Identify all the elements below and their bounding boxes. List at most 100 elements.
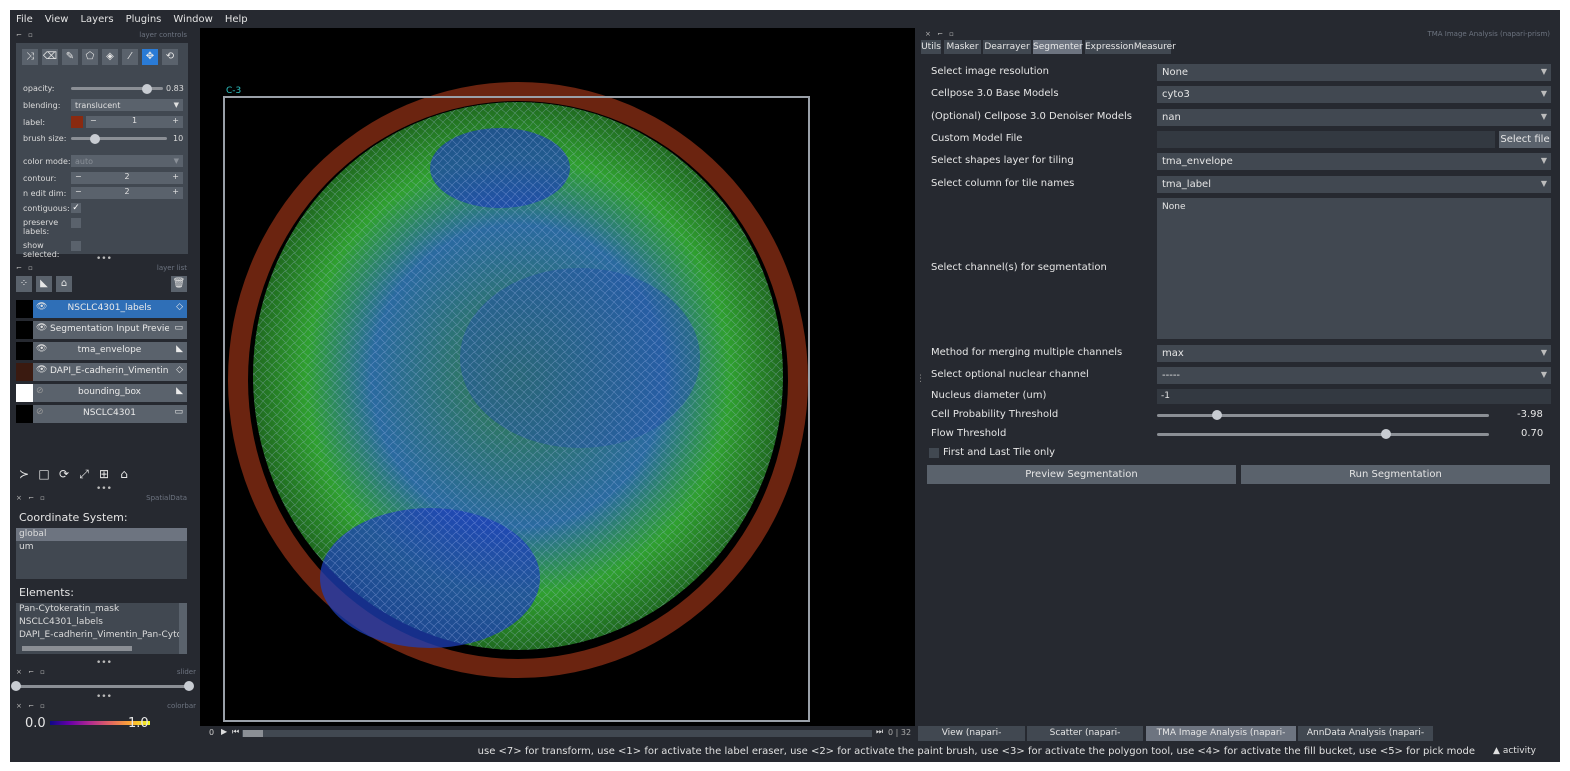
channel-item[interactable]: None — [1162, 202, 1185, 212]
splitter-handle[interactable]: ••• — [96, 254, 112, 264]
menu-view[interactable]: View — [39, 14, 75, 25]
tab-anndata-analysis[interactable]: AnnData Analysis (napari-prism) — [1298, 726, 1433, 753]
dock-controls-icon[interactable]: × ⌐ ▫ — [16, 494, 47, 502]
flow-threshold-slider-track[interactable] — [1157, 433, 1489, 436]
brush-icon[interactable]: ✎ — [62, 49, 78, 65]
contour-spinbox[interactable]: − 2 + — [71, 172, 183, 184]
coordinate-item-selected[interactable]: global — [16, 528, 187, 541]
cell-probability-slider-track[interactable] — [1157, 414, 1489, 417]
dock-slider-knob-left[interactable] — [11, 681, 21, 691]
eraser-icon[interactable]: ⌫ — [42, 49, 58, 65]
tile-column-select[interactable]: tma_label ▼ — [1157, 176, 1551, 193]
dock-controls-icon[interactable]: ⌐ ▫ — [16, 264, 35, 272]
eye-icon[interactable]: 👁 — [36, 302, 47, 312]
coordinate-system-list[interactable]: global um — [16, 528, 187, 579]
dims-slider-handle[interactable] — [243, 730, 263, 737]
activity-indicator[interactable]: ▲ activity — [1493, 746, 1536, 756]
splitter-handle[interactable]: ••• — [96, 692, 112, 702]
layer-item[interactable]: 👁 tma_envelope ◣ — [16, 342, 187, 360]
trash-icon[interactable]: 🗑 — [171, 276, 187, 292]
dock-controls-icon[interactable]: ⌐ ▫ — [16, 31, 35, 39]
splitter-handle[interactable]: ••• — [96, 484, 112, 494]
preview-segmentation-button[interactable]: Preview Segmentation — [927, 465, 1236, 484]
home-icon[interactable]: ⌂ — [116, 466, 132, 482]
tab-masker[interactable]: Masker — [944, 40, 981, 54]
grid-icon[interactable]: ⊞ — [96, 466, 112, 482]
plus-icon[interactable]: + — [172, 116, 179, 125]
eye-closed-icon[interactable]: ⊘ — [36, 407, 44, 417]
dock-controls-icon[interactable]: × ⌐ ▫ — [925, 30, 956, 38]
dock-controls-icon[interactable]: × ⌐ ▫ — [16, 702, 47, 710]
transform-icon[interactable]: ⟲ — [162, 49, 178, 65]
tab-utils[interactable]: Utils — [921, 40, 941, 54]
elements-list[interactable]: Pan-Cytokeratin_mask NSCLC4301_labels DA… — [16, 603, 187, 654]
picker-icon[interactable]: ⁄ — [122, 49, 138, 65]
elements-scrollbar[interactable] — [179, 603, 187, 654]
denoiser-select[interactable]: nan ▼ — [1157, 109, 1551, 126]
new-labels-icon[interactable]: ⌂ — [56, 276, 72, 292]
menu-file[interactable]: File — [10, 14, 39, 25]
element-item[interactable]: DAPI_E-cadherin_Vimentin_Pan-Cytoke — [16, 629, 187, 642]
menu-window[interactable]: Window — [167, 14, 218, 25]
shuffle-icon[interactable]: ⤨ — [22, 49, 38, 65]
eye-icon[interactable]: 👁 — [36, 323, 47, 333]
opacity-slider-knob[interactable] — [142, 84, 153, 94]
nucleus-diameter-input[interactable]: -1 — [1157, 389, 1551, 404]
tab-tma-image-analysis[interactable]: TMA Image Analysis (napari-prism) — [1146, 726, 1296, 753]
element-item[interactable]: Pan-Cytokeratin_mask — [16, 603, 187, 616]
select-file-button[interactable]: Select file — [1499, 131, 1551, 148]
merge-method-select[interactable]: max ▼ — [1157, 345, 1551, 362]
dims-slider-track[interactable] — [242, 730, 872, 737]
run-segmentation-button[interactable]: Run Segmentation — [1241, 465, 1550, 484]
color-mode-select[interactable]: auto ▼ — [71, 155, 183, 167]
custom-model-input[interactable] — [1157, 131, 1495, 148]
layer-item[interactable]: ⊘ NSCLC4301 ▭ — [16, 405, 187, 423]
elements-hscrollbar[interactable] — [22, 646, 132, 651]
dock-slider-track[interactable] — [16, 685, 192, 688]
eye-icon[interactable]: 👁 — [36, 365, 47, 375]
polygon-icon[interactable]: ⬠ — [82, 49, 98, 65]
plus-icon[interactable]: + — [172, 172, 179, 181]
roll-icon[interactable]: ⟳ — [56, 466, 72, 482]
brush-size-slider-track[interactable] — [71, 137, 167, 140]
viewer-canvas[interactable]: C-3 — [200, 28, 915, 726]
step-forward-icon[interactable]: ⏭ — [876, 727, 883, 737]
label-color-swatch[interactable] — [71, 116, 83, 128]
layer-item[interactable]: ⊘ bounding_box ◣ — [16, 384, 187, 402]
preserve-labels-checkbox[interactable] — [71, 218, 81, 228]
coordinate-item[interactable]: um — [16, 541, 187, 554]
channels-list[interactable]: None — [1157, 198, 1551, 339]
show-selected-checkbox[interactable] — [71, 241, 81, 251]
tab-segmenter[interactable]: Segmenter — [1033, 40, 1083, 54]
splitter-handle[interactable]: ••• — [96, 658, 112, 668]
tab-scatter-spatialdata[interactable]: Scatter (napari-spatialdata) — [1027, 726, 1143, 753]
shapes-layer-select[interactable]: tma_envelope ▼ — [1157, 153, 1551, 170]
menu-layers[interactable]: Layers — [74, 14, 119, 25]
n-edit-dim-spinbox[interactable]: − 2 + — [71, 187, 183, 199]
eye-icon[interactable]: 👁 — [36, 344, 47, 354]
nuclear-channel-select[interactable]: ----- ▼ — [1157, 367, 1551, 384]
layer-item[interactable]: 👁 NSCLC4301_labels ◇ — [16, 300, 187, 318]
tab-view-spatialdata[interactable]: View (napari-spatialdata) — [918, 726, 1025, 753]
plus-icon[interactable]: + — [172, 187, 179, 196]
blending-select[interactable]: translucent ▼ — [71, 99, 183, 111]
dock-slider-knob-right[interactable] — [184, 681, 194, 691]
menu-plugins[interactable]: Plugins — [120, 14, 168, 25]
cell-probability-slider-knob[interactable] — [1211, 410, 1222, 420]
fill-bucket-icon[interactable]: ◈ — [102, 49, 118, 65]
resolution-select[interactable]: None ▼ — [1157, 64, 1551, 81]
first-last-tile-checkbox[interactable] — [929, 448, 939, 458]
new-points-icon[interactable]: ⁘ — [16, 276, 32, 292]
brush-size-slider-knob[interactable] — [90, 134, 100, 144]
ndisplay-icon[interactable]: □ — [36, 466, 52, 482]
layer-item[interactable]: 👁 Segmentation Input Preview ▭ — [16, 321, 187, 339]
new-shapes-icon[interactable]: ◣ — [36, 276, 52, 292]
flow-threshold-slider-knob[interactable] — [1381, 429, 1392, 439]
pan-zoom-icon[interactable]: ✥ — [142, 49, 158, 65]
base-models-select[interactable]: cyto3 ▼ — [1157, 86, 1551, 103]
eye-closed-icon[interactable]: ⊘ — [36, 386, 44, 396]
layer-item[interactable]: 👁 DAPI_E-cadherin_Vimentin... ◇ — [16, 363, 187, 381]
label-spinbox[interactable]: − 1 + — [86, 116, 183, 128]
transpose-icon[interactable]: ⤢ — [76, 466, 92, 482]
step-back-icon[interactable]: ⏮ — [232, 727, 239, 737]
